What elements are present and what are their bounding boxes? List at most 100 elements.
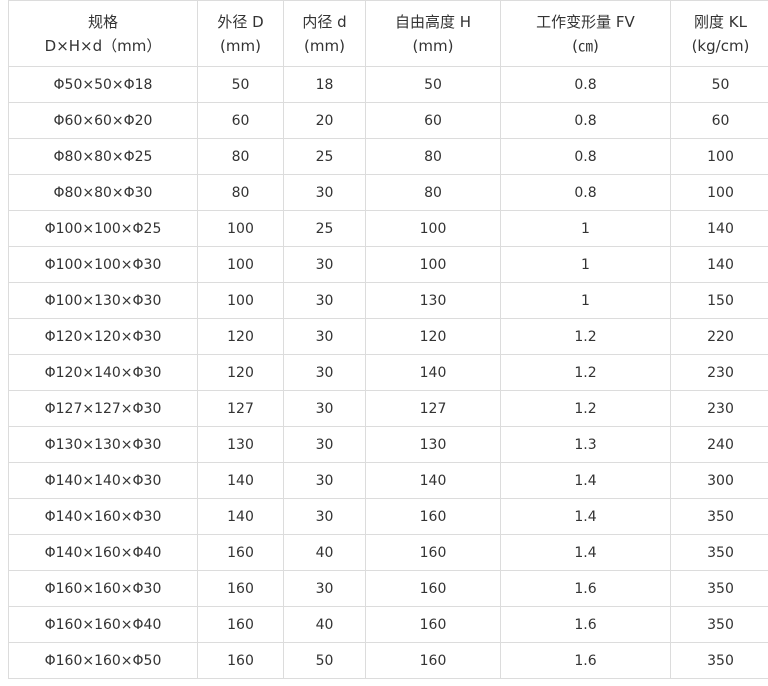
cell-inner-diameter: 30 [283, 570, 366, 607]
cell-working-deformation: 1 [500, 210, 671, 247]
cell-inner-diameter: 30 [283, 354, 366, 391]
header-stiffness-title: 刚度 KL [694, 12, 747, 31]
cell-working-deformation: 1.2 [500, 390, 671, 427]
cell-inner-diameter: 25 [283, 138, 366, 175]
cell-outer-diameter: 160 [197, 534, 284, 571]
table-row: Φ127×127×Φ30 127 30 127 1.2 230 [8, 390, 768, 427]
table-row: Φ130×130×Φ30 130 30 130 1.3 240 [8, 426, 768, 463]
header-free-height: 自由高度 H (mm) [365, 0, 501, 67]
cell-free-height: 160 [365, 642, 501, 679]
cell-stiffness: 50 [670, 66, 768, 103]
cell-free-height: 100 [365, 246, 501, 283]
header-inner-diameter-title: 内径 d [302, 12, 347, 31]
cell-spec: Φ100×100×Φ30 [8, 246, 198, 283]
header-free-height-title: 自由高度 H [394, 12, 472, 31]
table-header: 规格 D×H×d（mm） 外径 D (mm) 内径 d (mm) 自由高度 H … [8, 0, 768, 67]
cell-outer-diameter: 120 [197, 318, 284, 355]
cell-spec: Φ127×127×Φ30 [8, 390, 198, 427]
header-working-deformation: 工作变形量 FV (㎝) [500, 0, 671, 67]
header-outer-diameter-title: 外径 D [217, 12, 264, 31]
header-stiffness: 刚度 KL (kg/cm) [670, 0, 768, 67]
cell-stiffness: 60 [670, 102, 768, 139]
header-outer-diameter: 外径 D (mm) [197, 0, 284, 67]
cell-working-deformation: 1.4 [500, 498, 671, 535]
cell-spec: Φ160×160×Φ50 [8, 642, 198, 679]
cell-spec: Φ80×80×Φ30 [8, 174, 198, 211]
table-row: Φ120×140×Φ30 120 30 140 1.2 230 [8, 354, 768, 391]
cell-free-height: 80 [365, 138, 501, 175]
cell-free-height: 160 [365, 498, 501, 535]
cell-inner-diameter: 20 [283, 102, 366, 139]
cell-working-deformation: 0.8 [500, 174, 671, 211]
cell-inner-diameter: 30 [283, 174, 366, 211]
table-row: Φ100×100×Φ25 100 25 100 1 140 [8, 210, 768, 247]
cell-stiffness: 240 [670, 426, 768, 463]
cell-working-deformation: 1 [500, 246, 671, 283]
cell-stiffness: 150 [670, 282, 768, 319]
cell-outer-diameter: 100 [197, 246, 284, 283]
cell-inner-diameter: 30 [283, 462, 366, 499]
cell-outer-diameter: 100 [197, 282, 284, 319]
cell-outer-diameter: 140 [197, 462, 284, 499]
cell-spec: Φ60×60×Φ20 [8, 102, 198, 139]
cell-free-height: 160 [365, 606, 501, 643]
cell-inner-diameter: 18 [283, 66, 366, 103]
cell-spec: Φ120×120×Φ30 [8, 318, 198, 355]
header-working-deformation-unit: (㎝) [572, 36, 599, 55]
cell-working-deformation: 1.4 [500, 462, 671, 499]
cell-stiffness: 100 [670, 138, 768, 175]
cell-inner-diameter: 30 [283, 498, 366, 535]
cell-working-deformation: 1.4 [500, 534, 671, 571]
table-row: Φ80×80×Φ25 80 25 80 0.8 100 [8, 138, 768, 175]
cell-free-height: 80 [365, 174, 501, 211]
cell-working-deformation: 1.6 [500, 606, 671, 643]
cell-spec: Φ160×160×Φ30 [8, 570, 198, 607]
cell-outer-diameter: 140 [197, 498, 284, 535]
table-row: Φ160×160×Φ40 160 40 160 1.6 350 [8, 606, 768, 643]
cell-inner-diameter: 40 [283, 534, 366, 571]
cell-inner-diameter: 40 [283, 606, 366, 643]
cell-spec: Φ100×130×Φ30 [8, 282, 198, 319]
table-row: Φ160×160×Φ30 160 30 160 1.6 350 [8, 570, 768, 607]
cell-outer-diameter: 127 [197, 390, 284, 427]
cell-working-deformation: 0.8 [500, 102, 671, 139]
cell-working-deformation: 1.2 [500, 354, 671, 391]
cell-outer-diameter: 80 [197, 174, 284, 211]
cell-stiffness: 350 [670, 498, 768, 535]
cell-outer-diameter: 130 [197, 426, 284, 463]
cell-outer-diameter: 120 [197, 354, 284, 391]
cell-stiffness: 230 [670, 390, 768, 427]
header-inner-diameter: 内径 d (mm) [283, 0, 366, 67]
cell-spec: Φ140×160×Φ30 [8, 498, 198, 535]
cell-free-height: 127 [365, 390, 501, 427]
table-row: Φ60×60×Φ20 60 20 60 0.8 60 [8, 102, 768, 139]
cell-stiffness: 220 [670, 318, 768, 355]
table-row: Φ140×160×Φ30 140 30 160 1.4 350 [8, 498, 768, 535]
cell-spec: Φ160×160×Φ40 [8, 606, 198, 643]
header-spec: 规格 D×H×d（mm） [8, 0, 198, 67]
table-row: Φ160×160×Φ50 160 50 160 1.6 350 [8, 642, 768, 679]
cell-working-deformation: 0.8 [500, 66, 671, 103]
cell-outer-diameter: 50 [197, 66, 284, 103]
header-row: 规格 D×H×d（mm） 外径 D (mm) 内径 d (mm) 自由高度 H … [8, 0, 768, 67]
cell-working-deformation: 1.2 [500, 318, 671, 355]
cell-spec: Φ120×140×Φ30 [8, 354, 198, 391]
header-working-deformation-title: 工作变形量 FV [536, 12, 635, 31]
cell-free-height: 60 [365, 102, 501, 139]
cell-outer-diameter: 60 [197, 102, 284, 139]
table-row: Φ100×100×Φ30 100 30 100 1 140 [8, 246, 768, 283]
cell-inner-diameter: 30 [283, 426, 366, 463]
cell-stiffness: 140 [670, 210, 768, 247]
header-outer-diameter-unit: (mm) [220, 36, 261, 55]
cell-outer-diameter: 160 [197, 570, 284, 607]
table-row: Φ80×80×Φ30 80 30 80 0.8 100 [8, 174, 768, 211]
cell-outer-diameter: 160 [197, 642, 284, 679]
cell-working-deformation: 1 [500, 282, 671, 319]
header-spec-unit: D×H×d（mm） [44, 36, 162, 55]
cell-stiffness: 350 [670, 606, 768, 643]
table-row: Φ120×120×Φ30 120 30 120 1.2 220 [8, 318, 768, 355]
table-row: Φ140×160×Φ40 160 40 160 1.4 350 [8, 534, 768, 571]
cell-spec: Φ100×100×Φ25 [8, 210, 198, 247]
cell-free-height: 160 [365, 534, 501, 571]
header-spec-title: 规格 [87, 12, 118, 31]
